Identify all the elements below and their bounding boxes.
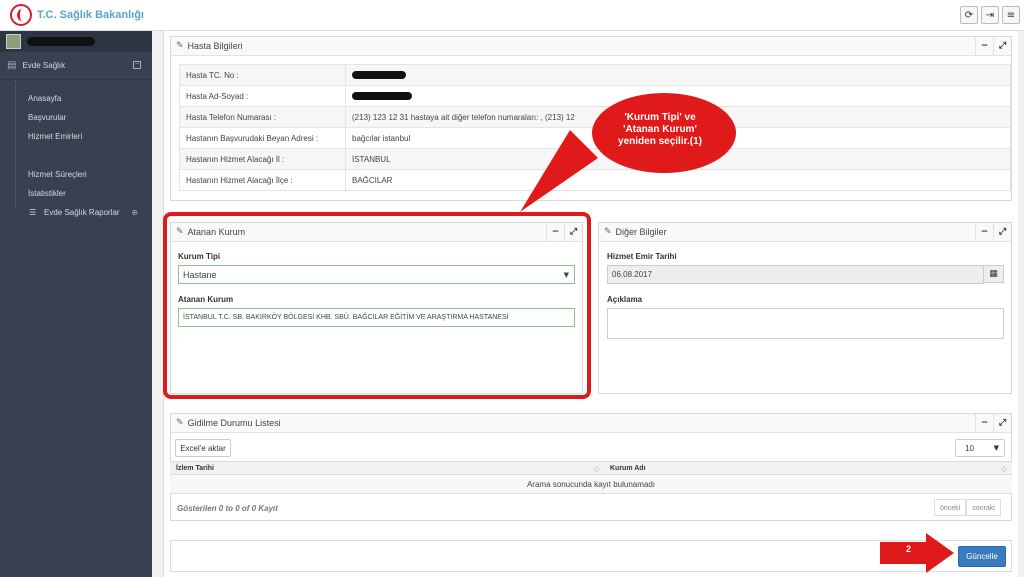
- ministry-logo-icon: [10, 4, 32, 26]
- sidebar-item-anasayfa[interactable]: Anasayfa: [0, 89, 152, 108]
- sidebar-item-label: Hizmet Emirleri: [28, 132, 83, 141]
- description-label: Açıklama: [607, 295, 643, 304]
- redacted-name: [352, 92, 412, 101]
- row-key: Hastanın Hizmet Alacağı İlçe :: [179, 169, 346, 191]
- sidebar-section-label: Evde Sağlık: [22, 61, 66, 70]
- other-info-panel: ✎ Diğer Bilgiler − ⤢ Hizmet Emir Tarihi …: [598, 222, 1012, 394]
- expand-icon[interactable]: ⊕: [131, 203, 138, 222]
- expand-icon[interactable]: ⤢: [993, 37, 1011, 55]
- empty-table-message: Arama sonucunda kayıt bulunamadı: [170, 476, 1012, 494]
- logo-text: T.C. Sağlık Bakanlığı: [37, 9, 144, 21]
- service-date-field[interactable]: 06.08.2017: [607, 265, 984, 284]
- edit-icon: ✎: [176, 418, 184, 428]
- list-icon: ☰: [29, 208, 37, 217]
- user-row: [0, 31, 152, 52]
- sidebar: ▤ Evde Sağlık − Anasayfa Başvurular Hizm…: [0, 31, 152, 577]
- panel-title: Diğer Bilgiler: [615, 227, 667, 237]
- export-excel-button[interactable]: Excel'e aktar: [175, 439, 231, 457]
- sidebar-item-hizmet-emirleri[interactable]: Hizmet Emirleri: [0, 127, 152, 146]
- sidebar-item-basvurular[interactable]: Başvurular: [0, 108, 152, 127]
- row-key: Hasta Telefon Numarası :: [179, 106, 346, 128]
- expand-icon[interactable]: ⤢: [993, 223, 1011, 241]
- selected-value: 10: [965, 443, 974, 453]
- table-header: İzlem Tarihi ◇ Kurum Adı ◇: [170, 461, 1012, 475]
- update-button[interactable]: Güncelle: [958, 546, 1006, 567]
- minimize-icon[interactable]: −: [975, 414, 993, 432]
- step-arrow: [880, 533, 954, 573]
- row-key: Hastanın Başvurudaki Beyan Adresi :: [179, 127, 346, 149]
- sidebar-item-label: İstatistikler: [28, 189, 66, 198]
- highlight-box: [163, 212, 591, 399]
- redacted-username: [27, 37, 95, 46]
- top-bar: T.C. Sağlık Bakanlığı ⟳ ⇥ ≡: [0, 0, 1024, 31]
- callout-line: 'Atanan Kurum': [623, 124, 697, 135]
- sidebar-item-label: Hizmet Süreçleri: [28, 170, 87, 179]
- building-icon: ▤: [7, 60, 17, 71]
- next-page-button[interactable]: sonraki: [966, 499, 1001, 516]
- callout-line: yeniden seçilir.(1): [618, 136, 702, 147]
- field-value: 06.08.2017: [612, 270, 653, 279]
- column-header-date[interactable]: İzlem Tarihi: [176, 465, 214, 472]
- chevron-down-icon: ▼: [993, 444, 999, 452]
- collapse-icon[interactable]: −: [133, 61, 141, 69]
- sidebar-item-label: Anasayfa: [28, 94, 62, 103]
- sidebar-item-raporlar[interactable]: ☰ Evde Sağlık Raporlar ⊕: [0, 203, 152, 222]
- sidebar-item-label: Evde Sağlık Raporlar: [44, 208, 120, 217]
- sort-icon[interactable]: ◇: [1001, 465, 1006, 473]
- service-date-label: Hizmet Emir Tarihi: [607, 252, 677, 261]
- sidebar-item-hizmet-surecleri[interactable]: Hizmet Süreçleri: [0, 165, 152, 184]
- refresh-icon[interactable]: ⟳: [960, 6, 978, 24]
- panel-title: Gidilme Durumu Listesi: [187, 418, 281, 428]
- row-key: Hasta Ad-Soyad :: [179, 85, 346, 107]
- description-textarea[interactable]: [607, 308, 1004, 339]
- pagination: önceki sonraki: [934, 499, 1001, 516]
- minimize-icon[interactable]: −: [975, 37, 993, 55]
- sort-icon[interactable]: ◇: [594, 465, 599, 473]
- page-size-select[interactable]: 10 ▼: [955, 439, 1005, 457]
- prev-page-button[interactable]: önceki: [934, 499, 967, 516]
- row-value: [345, 64, 1011, 86]
- redacted-tc-no: [352, 71, 406, 80]
- callout-text: 'Kurum Tipi' ve 'Atanan Kurum' yeniden s…: [590, 112, 730, 148]
- expand-icon[interactable]: ⤢: [993, 414, 1011, 432]
- row-key: Hastanın Hizmet Alacağı İl :: [179, 148, 346, 170]
- sidebar-section-evde-saglik[interactable]: ▤ Evde Sağlık −: [0, 52, 152, 80]
- table-row: Hasta TC. No :: [179, 64, 1011, 86]
- edit-icon: ✎: [604, 227, 612, 237]
- minimize-icon[interactable]: −: [975, 223, 993, 241]
- row-key: Hasta TC. No :: [179, 64, 346, 86]
- column-header-institution[interactable]: Kurum Adı: [610, 465, 646, 472]
- panel-title: Hasta Bilgileri: [187, 41, 243, 51]
- sidebar-item-label: Başvurular: [28, 113, 67, 122]
- calendar-icon[interactable]: ▦: [983, 265, 1004, 283]
- menu-icon[interactable]: ≡: [1002, 6, 1020, 24]
- logout-icon[interactable]: ⇥: [981, 6, 999, 24]
- step-number: 2: [906, 544, 912, 554]
- table-info: Gösterilen 0 to 0 of 0 Kayıt: [177, 504, 278, 513]
- callout-line: 'Kurum Tipi' ve: [624, 112, 696, 123]
- edit-icon: ✎: [176, 41, 184, 51]
- avatar: [6, 34, 21, 49]
- logo[interactable]: T.C. Sağlık Bakanlığı: [10, 4, 144, 26]
- sidebar-item-istatistikler[interactable]: İstatistikler: [0, 184, 152, 203]
